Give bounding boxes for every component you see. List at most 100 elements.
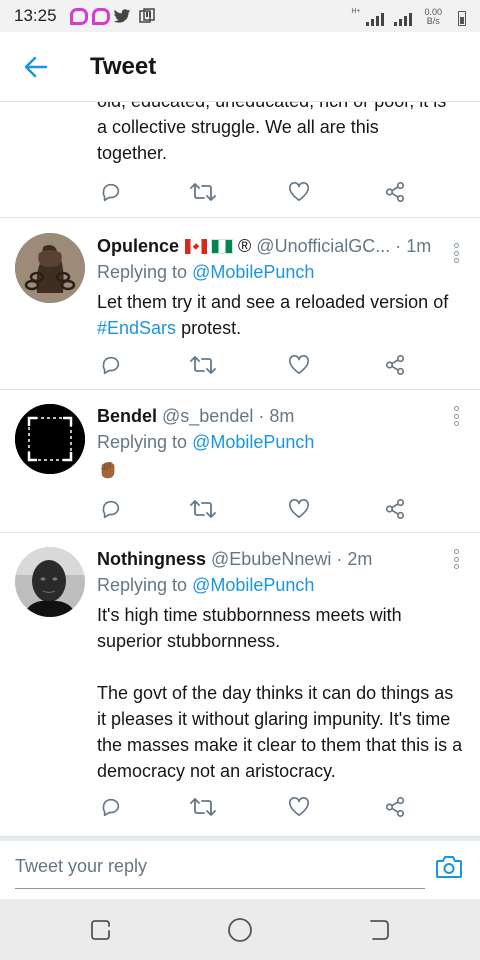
heart-icon: [289, 797, 309, 816]
tweet-text-part: protest.: [176, 318, 242, 338]
reply-button[interactable]: [97, 180, 125, 204]
share-button[interactable]: [381, 497, 409, 521]
home-button[interactable]: [225, 915, 255, 945]
tweet-feed[interactable]: old, educated, uneducated, rich or poor,…: [0, 102, 480, 837]
registered-mark: ®: [238, 236, 252, 256]
status-time: 13:25: [14, 6, 57, 25]
reply-input[interactable]: [15, 851, 425, 889]
tweet-partial[interactable]: old, educated, uneducated, rich or poor,…: [0, 102, 480, 218]
tweet-actions: [97, 497, 409, 521]
back-nav-icon: [370, 920, 389, 940]
tweet-text-line: old, educated, uneducated, rich or poor,…: [97, 102, 469, 114]
tweet-text-line: together.: [97, 143, 168, 163]
back-arrow-icon: [24, 56, 48, 77]
like-button[interactable]: [285, 795, 313, 819]
user-name[interactable]: Opulence: [97, 233, 179, 259]
battery-icon: [458, 11, 466, 26]
more-vertical-icon: [453, 549, 459, 554]
app-header: Tweet: [0, 32, 480, 102]
reply-button[interactable]: [97, 795, 125, 819]
notification-icons: [69, 8, 155, 25]
app-notification-icon: [91, 8, 110, 25]
hashtag-link[interactable]: #EndSars: [97, 318, 176, 338]
meta-separator: ·: [395, 236, 402, 256]
network-speed-unit: B/s: [426, 16, 440, 26]
heart-icon: [289, 355, 309, 374]
reply-tweet[interactable]: Nothingness @EbubeNnewi · 2m Replying to…: [0, 533, 480, 837]
retweet-icon: [190, 183, 216, 201]
avatar-portrait-image: [15, 547, 85, 617]
recent-apps-button[interactable]: [86, 915, 116, 945]
replying-to-label: Replying to: [97, 262, 188, 282]
signal-icon: [366, 13, 385, 26]
replying-to-label: Replying to: [97, 432, 188, 452]
like-button[interactable]: [285, 497, 313, 521]
page-title: Tweet: [90, 52, 157, 80]
retweet-icon: [190, 500, 216, 518]
tweet-actions: [97, 353, 409, 377]
share-button[interactable]: [381, 353, 409, 377]
mention-link[interactable]: @MobilePunch: [192, 432, 314, 452]
user-handle[interactable]: @EbubeNnewi: [211, 546, 331, 572]
user-name[interactable]: Nothingness: [97, 546, 206, 572]
status-bar: 13:25 H+ 0.00 B/s: [0, 0, 480, 32]
like-button[interactable]: [285, 180, 313, 204]
mention-link[interactable]: @MobilePunch: [192, 575, 314, 595]
more-options-button[interactable]: [452, 406, 460, 426]
user-name[interactable]: Bendel: [97, 403, 157, 429]
retweet-button[interactable]: [189, 180, 217, 204]
more-vertical-icon: [453, 243, 459, 248]
heart-icon: [289, 182, 309, 201]
user-handle[interactable]: @UnofficialGC...: [256, 233, 390, 259]
user-handle[interactable]: @s_bendel: [162, 403, 253, 429]
reply-icon: [102, 798, 120, 817]
share-button[interactable]: [381, 180, 409, 204]
reply-tweet[interactable]: Bendel @s_bendel · 8m Replying to @Mobil…: [0, 390, 480, 533]
reply-tweet[interactable]: Opulence ® @UnofficialGC... · 1m Replyin…: [0, 218, 480, 390]
tweet-text-part: Let them try it and see a reloaded versi…: [97, 292, 449, 312]
home-circle-icon: [228, 918, 252, 942]
more-options-button[interactable]: [452, 549, 460, 569]
share-button[interactable]: [381, 795, 409, 819]
twitter-bird-icon: [113, 8, 130, 23]
retweet-icon: [190, 356, 216, 374]
signal-icon: [394, 13, 413, 26]
tweet-actions: [97, 795, 409, 819]
more-vertical-icon: [453, 406, 459, 411]
back-button[interactable]: [0, 32, 72, 102]
avatar-frame-image: [15, 404, 85, 474]
reply-button[interactable]: [97, 497, 125, 521]
replying-to: Replying to @MobilePunch: [97, 429, 466, 455]
tweet-body: Opulence ® @UnofficialGC... · 1m Replyin…: [97, 233, 466, 341]
avatar[interactable]: [15, 547, 85, 617]
reply-icon: [102, 500, 120, 519]
retweet-button[interactable]: [189, 497, 217, 521]
meta-separator: ·: [258, 406, 265, 426]
network-speed: 0.00 B/s: [424, 8, 442, 26]
tweet-text: Let them try it and see a reloaded versi…: [97, 289, 466, 341]
retweet-button[interactable]: [189, 795, 217, 819]
avatar[interactable]: [15, 404, 85, 474]
camera-button[interactable]: [433, 851, 465, 883]
tweet-time: 2m: [347, 549, 373, 569]
share-icon: [385, 797, 405, 817]
meta-separator: ·: [336, 549, 343, 569]
tweet-time: 8m: [269, 406, 295, 426]
back-nav-button[interactable]: [364, 915, 394, 945]
tweet-time: 1m: [406, 236, 432, 256]
avatar-chain-fist-image: [15, 233, 85, 303]
tweet-actions: [97, 180, 409, 204]
heart-icon: [289, 499, 309, 518]
more-options-button[interactable]: [452, 243, 460, 263]
reply-button[interactable]: [97, 353, 125, 377]
tweet-text: It's high time stubbornness meets with s…: [97, 605, 463, 781]
mention-link[interactable]: @MobilePunch: [192, 262, 314, 282]
retweet-button[interactable]: [189, 353, 217, 377]
camera-icon: [436, 856, 462, 878]
divider: [0, 837, 480, 841]
replying-to: Replying to @MobilePunch: [97, 572, 466, 598]
avatar[interactable]: [15, 233, 85, 303]
like-button[interactable]: [285, 353, 313, 377]
tweet-text-line: a collective struggle. We all are this: [97, 117, 379, 137]
tweet-header: Opulence ® @UnofficialGC... · 1m: [97, 233, 466, 259]
